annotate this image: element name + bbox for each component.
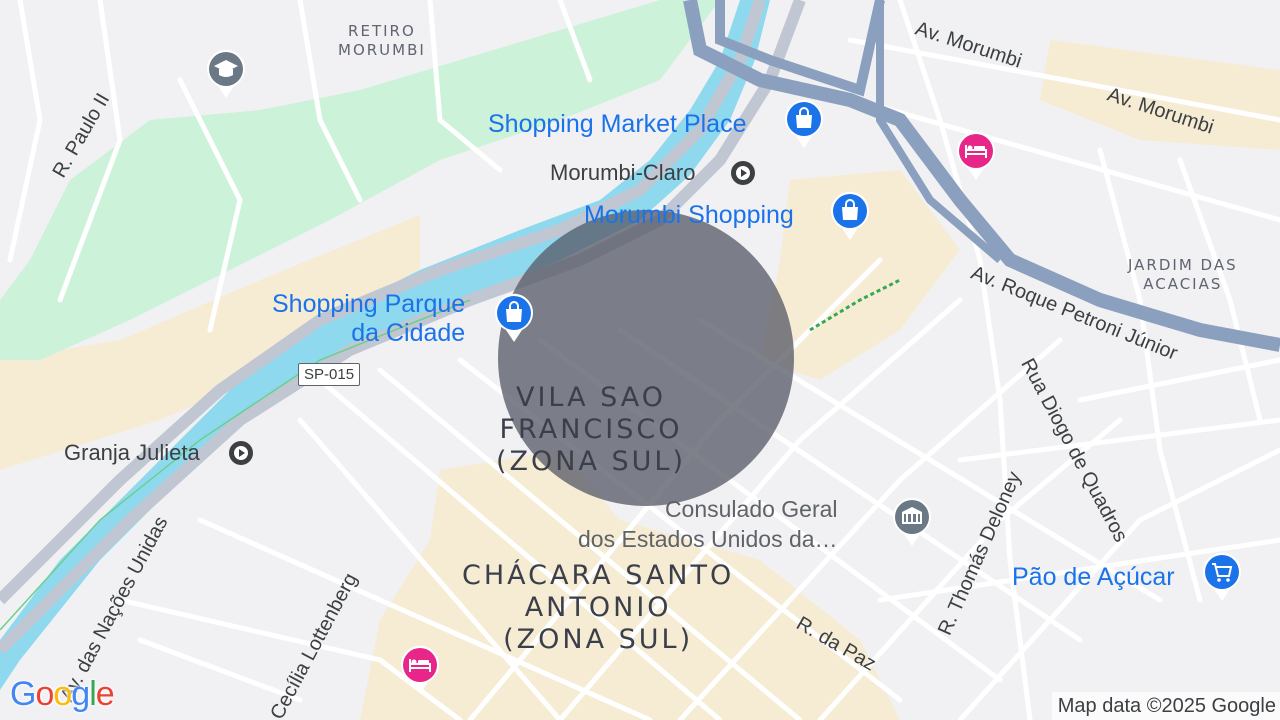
poi-label-pao-de-acucar[interactable]: Pão de Açúcar <box>1012 565 1175 590</box>
district-jardim-das-acacias: JARDIM DAS ACACIAS <box>1128 256 1238 293</box>
poi-label-consulado[interactable]: Consulado Geral dos Estados Unidos da… <box>578 494 838 554</box>
district-retiro-morumbi: RETIRO MORUMBI <box>338 22 426 59</box>
shopping-cart-icon[interactable] <box>1200 551 1244 601</box>
poi-label-morumbi-shopping[interactable]: Morumbi Shopping <box>584 203 794 228</box>
shopping-bag-icon[interactable] <box>782 98 826 148</box>
poi-label-morumbi-claro[interactable]: Morumbi-Claro <box>550 162 695 184</box>
poi-label-shopping-market-place[interactable]: Shopping Market Place <box>488 112 746 137</box>
school-icon[interactable] <box>204 48 248 98</box>
hotel-icon[interactable] <box>398 644 442 694</box>
map-attribution: Map data ©2025 Google <box>1051 692 1280 720</box>
poi-label-shopping-parque-da-cidade[interactable]: Shopping Parque da Cidade <box>272 290 465 348</box>
embassy-icon[interactable] <box>890 496 934 546</box>
poi-label-granja-julieta[interactable]: Granja Julieta <box>64 442 200 464</box>
google-logo[interactable]: Google <box>10 675 115 714</box>
transit-station-icon[interactable] <box>730 160 756 186</box>
district-vila-sao-francisco: VILA SAO FRANCISCO (ZONA SUL) <box>496 382 687 477</box>
shopping-bag-icon[interactable] <box>492 292 536 342</box>
road-shield-sp-015: SP-015 <box>298 363 361 386</box>
hotel-icon[interactable] <box>954 130 998 180</box>
transit-station-icon[interactable] <box>228 440 254 466</box>
shopping-bag-icon[interactable] <box>828 190 872 240</box>
map-canvas[interactable]: RETIRO MORUMBI VILA SAO FRANCISCO (ZONA … <box>0 0 1280 720</box>
district-chacara-santo-antonio: CHÁCARA SANTO ANTONIO (ZONA SUL) <box>462 560 735 655</box>
